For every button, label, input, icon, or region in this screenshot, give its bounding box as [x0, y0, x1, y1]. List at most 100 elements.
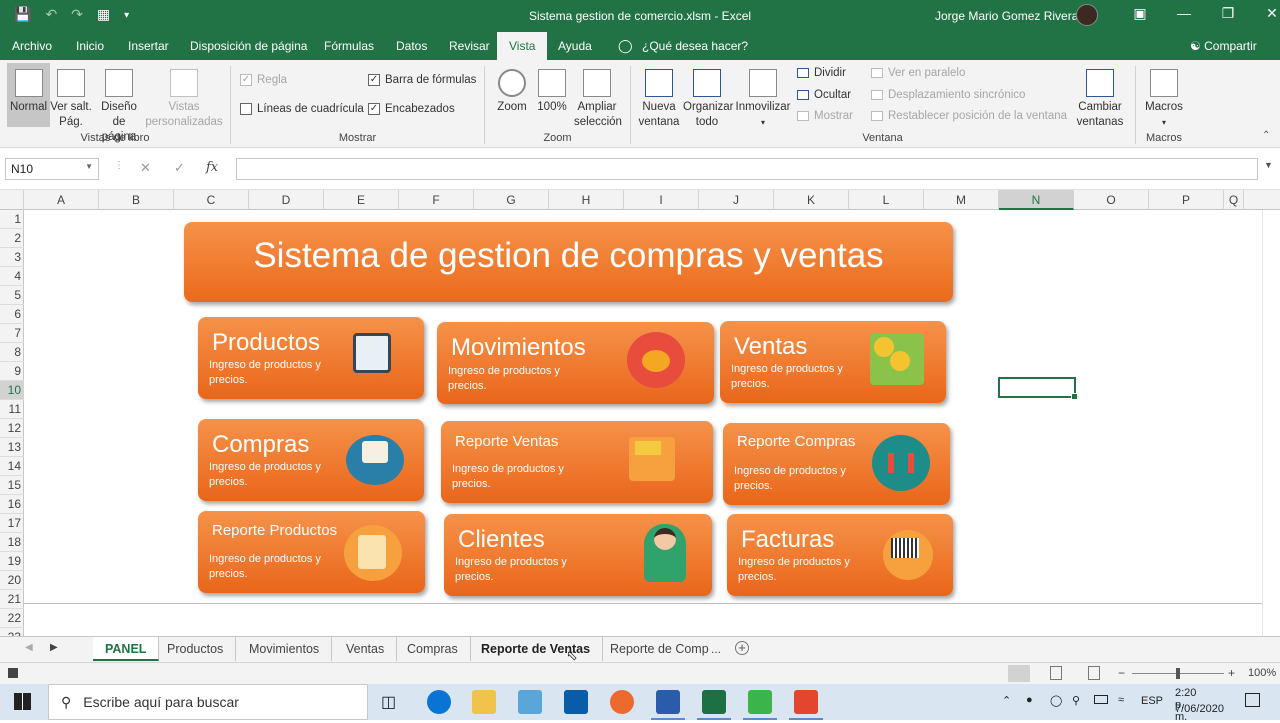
tab-datos[interactable]: Datos	[396, 39, 427, 53]
normal-view-button[interactable]: Normal	[7, 63, 50, 127]
clock-date[interactable]: 7/06/2020	[1175, 703, 1224, 715]
row-header[interactable]: 23	[0, 628, 24, 636]
tab-scroll-right-icon[interactable]: ▶	[50, 642, 58, 653]
column-header[interactable]: Q	[1224, 190, 1244, 210]
close-icon[interactable]: ✕	[1250, 5, 1280, 22]
file-explorer-icon[interactable]	[472, 690, 496, 714]
card-compras[interactable]: Compras Ingreso de productos y precios.	[198, 419, 424, 501]
row-header[interactable]: 6	[0, 305, 24, 324]
row-header[interactable]: 18	[0, 533, 24, 552]
row-header[interactable]: 22	[0, 609, 24, 628]
avatar[interactable]	[1076, 4, 1098, 26]
chevron-down-icon[interactable]: ▼	[85, 162, 93, 171]
row-header[interactable]: 5	[0, 286, 24, 305]
word-icon[interactable]	[656, 690, 680, 714]
maximize-icon[interactable]: ❐	[1206, 5, 1250, 22]
gridlines-checkbox[interactable]: Líneas de cuadrícula	[240, 103, 364, 115]
row-header[interactable]: 11	[0, 400, 24, 419]
undo-icon[interactable]: ↶	[45, 6, 57, 26]
headings-checkbox[interactable]: ✓ Encabezados	[368, 103, 455, 115]
camtasia-red-icon[interactable]	[794, 690, 818, 714]
share-button[interactable]: ☯ Compartir	[1190, 39, 1257, 53]
zoom-level[interactable]: 100%	[1248, 667, 1276, 679]
page-break-view-icon[interactable]	[1088, 666, 1100, 680]
notifications-icon[interactable]	[1245, 693, 1260, 707]
freeze-panes-button[interactable]: Inmovilizar ▾	[734, 63, 792, 130]
ruler-checkbox[interactable]: ✓ Regla	[240, 74, 287, 86]
sheet-tab-panel[interactable]: PANEL	[93, 637, 160, 661]
column-header[interactable]: A	[24, 190, 99, 210]
page-break-button[interactable]: Ver salt. Pág.	[50, 63, 92, 130]
card-facturas[interactable]: Facturas Ingreso de productos y precios.	[727, 514, 953, 596]
firefox-icon[interactable]	[610, 690, 634, 714]
microphone-icon[interactable]: ●	[1026, 694, 1033, 706]
column-header[interactable]: H	[549, 190, 624, 210]
minimize-icon[interactable]: —	[1162, 5, 1206, 22]
card-reporte-compras[interactable]: Reporte Compras Ingreso de productos y p…	[723, 423, 950, 505]
card-clientes[interactable]: Clientes Ingreso de productos y precios.	[444, 514, 712, 596]
row-header[interactable]: 16	[0, 495, 24, 514]
form-icon[interactable]: ▦	[97, 6, 110, 26]
sheet-tab-reporte-compras[interactable]: Reporte de Comp	[598, 637, 710, 661]
custom-views-button[interactable]: Vistas personalizadas	[145, 63, 223, 130]
tab-inicio[interactable]: Inicio	[76, 39, 104, 53]
row-header[interactable]: 8	[0, 343, 24, 362]
row-header[interactable]: 2	[0, 229, 24, 248]
column-header[interactable]: K	[774, 190, 849, 210]
row-header[interactable]: 7	[0, 324, 24, 343]
collapse-ribbon-icon[interactable]: ⌃	[1262, 130, 1270, 141]
card-productos[interactable]: Productos Ingreso de productos y precios…	[198, 317, 424, 399]
unhide-button[interactable]: Mostrar	[797, 110, 853, 122]
battery-icon[interactable]	[1094, 695, 1108, 704]
column-header[interactable]: N	[999, 190, 1074, 210]
edge-icon[interactable]	[427, 690, 451, 714]
tab-insertar[interactable]: Insertar	[128, 39, 169, 53]
outlook-icon[interactable]	[564, 690, 588, 714]
split-button[interactable]: Dividir	[797, 67, 846, 79]
switch-windows-button[interactable]: Cambiar ventanas	[1071, 63, 1129, 130]
selected-cell[interactable]	[998, 377, 1078, 400]
column-header[interactable]: M	[924, 190, 999, 210]
formula-bar-checkbox[interactable]: ✓ Barra de fórmulas	[368, 74, 476, 86]
tab-archivo[interactable]: Archivo	[12, 39, 52, 53]
tell-me-search[interactable]: ¿Qué desea hacer?	[642, 39, 748, 53]
zoom-selection-button[interactable]: Ampliar selección	[574, 63, 622, 130]
sheet-tab-ventas[interactable]: Ventas	[334, 637, 398, 661]
customize-icon[interactable]: ▾	[124, 6, 129, 26]
expand-formula-icon[interactable]: ▼	[1264, 160, 1273, 170]
insert-function-icon[interactable]: fx	[206, 160, 218, 175]
wifi-icon[interactable]: ≈	[1118, 694, 1124, 706]
card-movimientos[interactable]: Movimientos Ingreso de productos y preci…	[437, 322, 714, 404]
sheet-tab-productos[interactable]: Productos	[155, 637, 237, 661]
row-header[interactable]: 13	[0, 438, 24, 457]
macros-button[interactable]: Macros ▾	[1141, 63, 1187, 130]
cancel-icon[interactable]: ✕	[140, 160, 151, 176]
ribbon-display-icon[interactable]: ▣	[1118, 5, 1162, 22]
more-tabs[interactable]: ...	[711, 642, 721, 656]
chevron-up-icon[interactable]: ⌃	[1002, 694, 1011, 707]
hide-button[interactable]: Ocultar	[797, 89, 851, 101]
zoom-button[interactable]: Zoom	[494, 63, 530, 115]
redo-icon[interactable]: ↷	[71, 6, 83, 26]
column-header[interactable]: P	[1149, 190, 1224, 210]
column-header[interactable]: D	[249, 190, 324, 210]
sheet-tab-movimientos[interactable]: Movimientos	[237, 637, 333, 661]
column-header[interactable]: J	[699, 190, 774, 210]
user-name[interactable]: Jorge Mario Gomez Rivera	[935, 9, 1078, 23]
column-header[interactable]: B	[99, 190, 174, 210]
arrange-all-button[interactable]: Organizar todo	[683, 63, 734, 130]
sheet-tab-reporte-ventas[interactable]: Reporte de Ventas	[469, 637, 604, 661]
row-header[interactable]: 21	[0, 590, 24, 609]
app-icon[interactable]	[518, 690, 542, 714]
row-header[interactable]: 12	[0, 419, 24, 438]
side-by-side-button[interactable]: Ver en paralelo	[871, 67, 965, 79]
usb-icon[interactable]: ◯	[1050, 694, 1062, 707]
enter-icon[interactable]: ✓	[174, 160, 185, 176]
location-icon[interactable]: ⚲	[1072, 694, 1080, 707]
card-reporte-ventas[interactable]: Reporte Ventas Ingreso de productos y pr…	[441, 421, 713, 503]
column-header[interactable]: C	[174, 190, 249, 210]
name-box[interactable]: N10 ▼	[5, 158, 99, 180]
sync-scroll-button[interactable]: Desplazamiento sincrónico	[871, 89, 1025, 101]
camtasia-green-icon[interactable]	[748, 690, 772, 714]
column-header[interactable]: G	[474, 190, 549, 210]
